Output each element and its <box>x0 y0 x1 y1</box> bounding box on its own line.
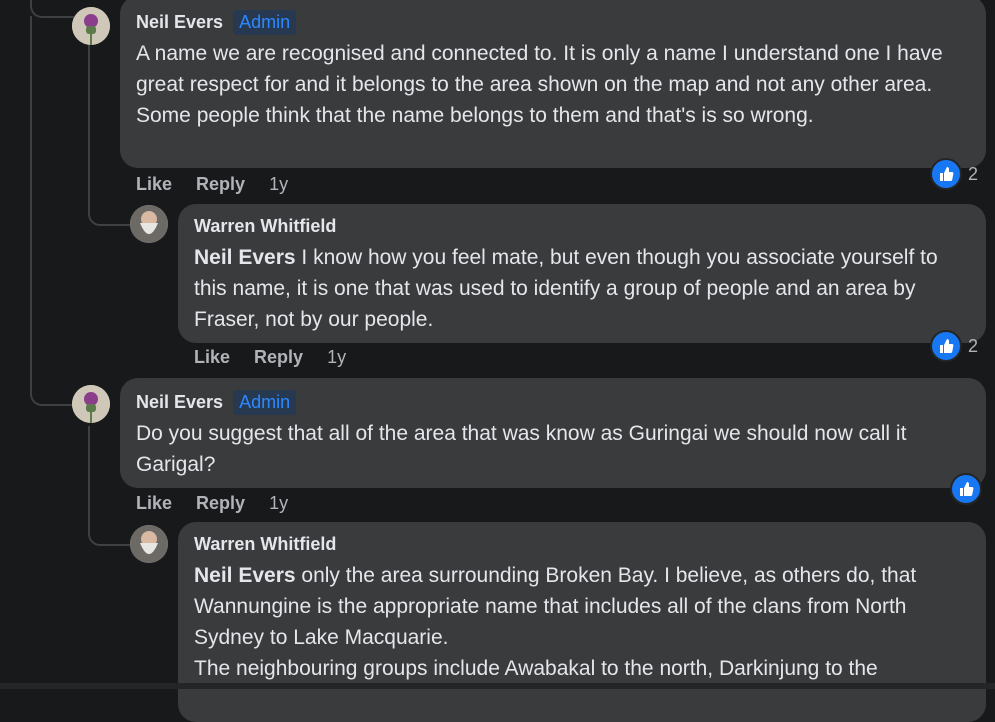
comment-text: Neil Evers only the area surrounding Bro… <box>194 564 917 649</box>
comment-author[interactable]: Neil Evers <box>136 12 223 33</box>
reply-button[interactable]: Reply <box>196 174 245 195</box>
reaction-count[interactable]: 2 <box>930 158 978 190</box>
comment-author[interactable]: Warren Whitfield <box>194 216 336 237</box>
comment-bubble: Warren Whitfield Neil Evers I know how y… <box>178 204 986 343</box>
comment-text: Do you suggest that all of the area that… <box>136 422 907 476</box>
admin-badge: Admin <box>233 9 297 35</box>
comment-bubble: Neil Evers Admin Do you suggest that all… <box>120 378 986 488</box>
thread-line <box>30 0 74 18</box>
comment-bubble: Warren Whitfield Neil Evers only the are… <box>178 522 986 722</box>
comment-text: Neil Evers I know how you feel mate, but… <box>194 246 938 331</box>
like-icon <box>930 330 962 362</box>
bearded-man-avatar-icon <box>130 525 168 563</box>
comment-text-continued: The neighbouring groups include Awabakal… <box>194 657 878 680</box>
bottom-edge <box>0 683 995 689</box>
comment-author[interactable]: Neil Evers <box>136 392 223 413</box>
comment-author[interactable]: Warren Whitfield <box>194 534 336 555</box>
thistle-avatar-icon <box>72 7 110 45</box>
comment-bubble: Neil Evers Admin A name we are recognise… <box>120 0 986 168</box>
like-icon <box>950 473 982 505</box>
avatar[interactable] <box>72 7 110 45</box>
comment-actions: Like Reply 1y <box>194 347 346 368</box>
comment-timestamp[interactable]: 1y <box>327 347 346 368</box>
thread-line <box>30 16 32 396</box>
like-button[interactable]: Like <box>194 347 230 368</box>
thistle-avatar-icon <box>72 385 110 423</box>
comment-actions: Like Reply 1y <box>136 174 288 195</box>
mention-link[interactable]: Neil Evers <box>194 564 296 587</box>
comment-actions: Like Reply 1y <box>136 493 288 514</box>
avatar[interactable] <box>130 205 168 243</box>
like-button[interactable]: Like <box>136 174 172 195</box>
reaction-count[interactable] <box>950 473 982 505</box>
reaction-count[interactable]: 2 <box>930 330 978 362</box>
reply-button[interactable]: Reply <box>254 347 303 368</box>
comment-timestamp[interactable]: 1y <box>269 174 288 195</box>
bearded-man-avatar-icon <box>130 205 168 243</box>
reply-button[interactable]: Reply <box>196 493 245 514</box>
reaction-number: 2 <box>968 335 979 356</box>
comment-text: A name we are recognised and connected t… <box>136 42 943 127</box>
comment-timestamp[interactable]: 1y <box>269 493 288 514</box>
avatar[interactable] <box>130 525 168 563</box>
admin-badge: Admin <box>233 389 297 415</box>
thread-line <box>30 380 74 406</box>
avatar[interactable] <box>72 385 110 423</box>
mention-link[interactable]: Neil Evers <box>194 246 296 269</box>
like-icon <box>930 158 962 190</box>
like-button[interactable]: Like <box>136 493 172 514</box>
reaction-number: 2 <box>968 163 979 184</box>
